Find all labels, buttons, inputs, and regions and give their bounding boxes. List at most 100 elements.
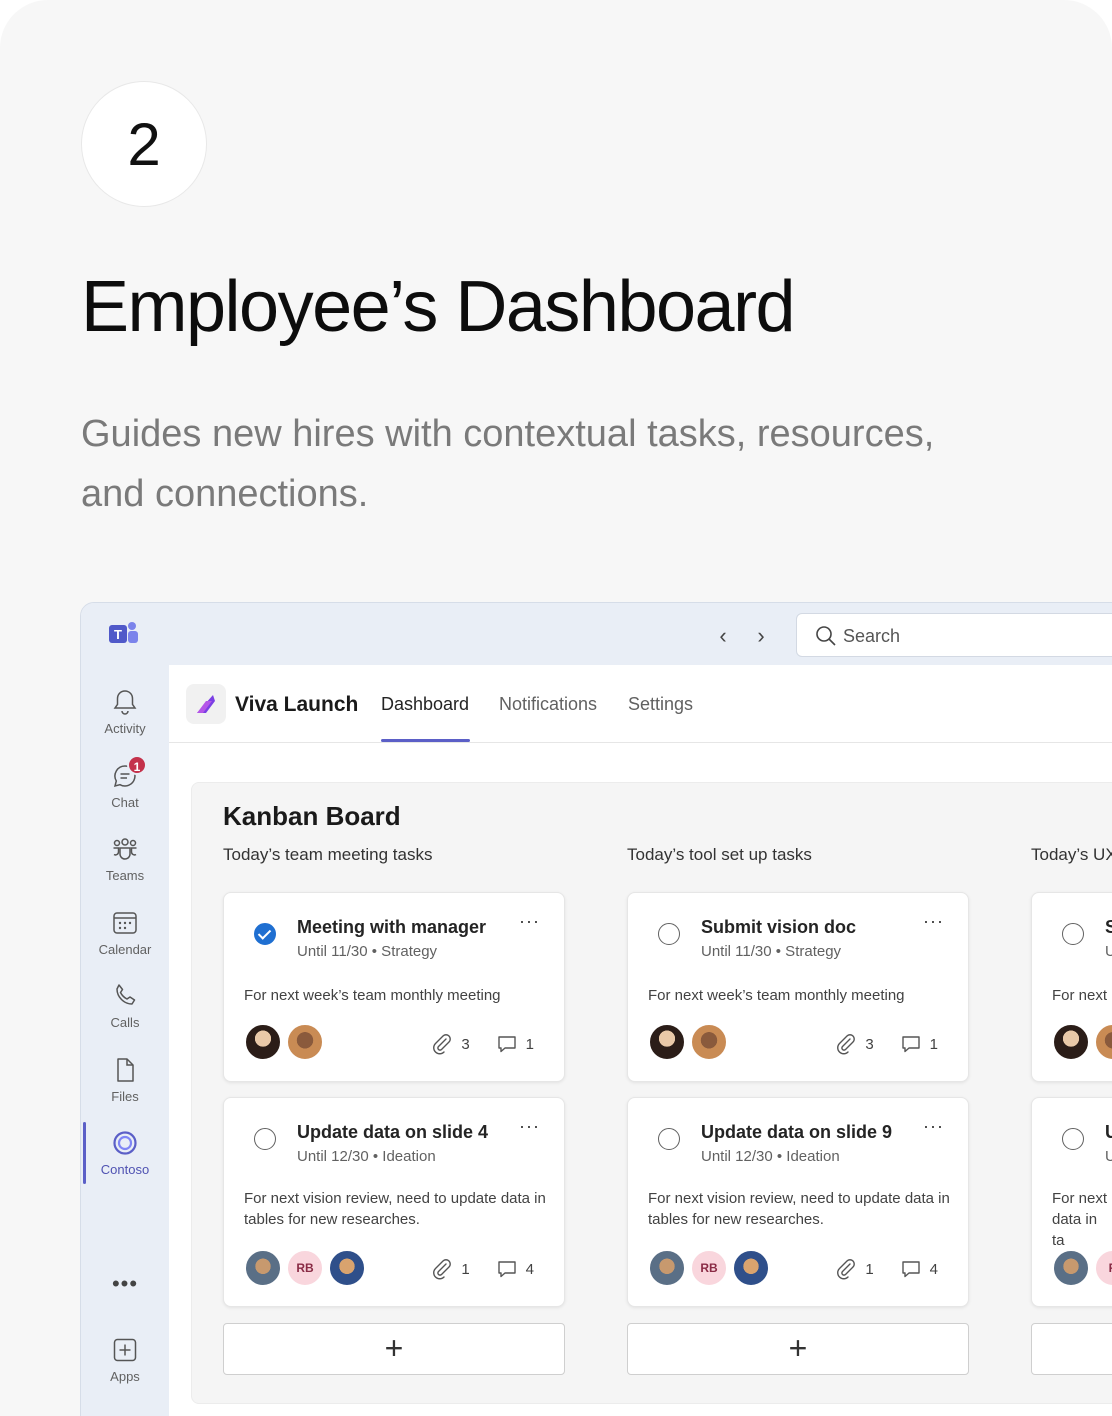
teams-icon: [113, 838, 137, 860]
avatar: [732, 1249, 770, 1287]
avatar: [1052, 1023, 1090, 1061]
app-name: Viva Launch: [235, 693, 359, 716]
more-options-icon[interactable]: ···: [519, 911, 540, 932]
task-card[interactable]: S U For next: [1031, 892, 1112, 1082]
task-card[interactable]: Submit vision doc Until 11/30 • Strategy…: [627, 892, 969, 1082]
rail-item-teams[interactable]: Teams: [81, 824, 169, 894]
task-description: For next vision review, need to update d…: [648, 1190, 950, 1228]
page-title: Employee’s Dashboard: [81, 267, 796, 347]
title-bar: T ‹ ›: [81, 603, 1112, 665]
more-options-icon[interactable]: ···: [519, 1116, 540, 1137]
rail-label: Calendar: [98, 942, 152, 957]
main-content: Viva Launch Dashboard Notifications Sett…: [169, 665, 1112, 1416]
more-options-icon[interactable]: ···: [923, 911, 944, 932]
task-stats: 3 1: [431, 1033, 534, 1055]
task-stats: 3 1: [835, 1033, 938, 1055]
column-title: Today’s UX: [1031, 845, 1112, 864]
task-card[interactable]: Meeting with manager Until 11/30 • Strat…: [223, 892, 565, 1082]
rail-item-files[interactable]: Files: [81, 1045, 169, 1115]
task-title: Update data on slide 4: [297, 1122, 489, 1142]
task-meta: U: [1105, 1148, 1112, 1165]
rail-item-contoso[interactable]: Contoso: [81, 1118, 169, 1188]
avatar: [648, 1023, 686, 1061]
task-meta: Until 12/30 • Ideation: [701, 1148, 840, 1165]
teams-app-window: T ‹ › Activity 1 Chat: [80, 602, 1112, 1416]
task-complete-checkbox[interactable]: [1062, 1128, 1084, 1150]
back-arrow-icon[interactable]: ‹: [713, 623, 733, 649]
comment-count: 4: [525, 1260, 534, 1278]
comment-icon: [901, 1036, 920, 1053]
comment-count: 4: [929, 1260, 938, 1278]
board-title: Kanban Board: [223, 801, 401, 831]
viva-launch-icon: [197, 695, 215, 713]
rail-item-calls[interactable]: Calls: [81, 971, 169, 1041]
svg-text:T: T: [114, 627, 122, 642]
task-title: U: [1105, 1122, 1112, 1143]
avatar: [244, 1023, 282, 1061]
comment-icon: [497, 1261, 516, 1278]
task-description: For next week’s team monthly meeting: [244, 987, 501, 1004]
rail-item-activity[interactable]: Activity: [81, 677, 169, 747]
avatar: [328, 1249, 366, 1287]
search-box[interactable]: [796, 613, 1112, 657]
teams-logo-icon: T: [109, 622, 138, 643]
more-options-icon[interactable]: ···: [923, 1116, 944, 1137]
rail-item-apps[interactable]: Apps: [81, 1325, 169, 1395]
task-card[interactable]: Update data on slide 4 Until 12/30 • Ide…: [223, 1097, 565, 1307]
rail-label: Contoso: [100, 1162, 150, 1177]
feature-card: 2 Employee’s Dashboard Guides new hires …: [0, 0, 1112, 1416]
comment-count: 1: [525, 1035, 534, 1053]
attachment-icon: [837, 1034, 856, 1055]
step-number-badge: 2: [81, 81, 207, 207]
attachment-count: 1: [461, 1260, 470, 1278]
task-description: For next week’s team monthly meeting: [648, 987, 905, 1004]
attachment-count: 3: [461, 1035, 470, 1053]
attachment-count: 1: [865, 1260, 874, 1278]
avatar-initials: R: [1094, 1249, 1112, 1287]
tab-dashboard[interactable]: Dashboard: [381, 694, 469, 715]
comment-icon: [901, 1261, 920, 1278]
task-description: For next vision review, need to update d…: [244, 1190, 546, 1228]
kanban-board: Kanban Board Today’s team meeting tasks …: [191, 782, 1112, 1404]
tab-notifications[interactable]: Notifications: [499, 694, 597, 715]
viva-launch-logo: [186, 684, 226, 724]
rail-item-calendar[interactable]: Calendar: [81, 898, 169, 968]
search-input[interactable]: [843, 624, 1112, 648]
add-task-button[interactable]: +: [223, 1323, 565, 1375]
add-task-button[interactable]: [1031, 1323, 1112, 1375]
task-complete-checkbox[interactable]: [658, 923, 680, 945]
task-complete-checkbox[interactable]: [658, 1128, 680, 1150]
task-meta: Until 12/30 • Ideation: [297, 1148, 436, 1165]
attachment-count: 3: [865, 1035, 874, 1053]
avatar: [648, 1249, 686, 1287]
task-title: Meeting with manager: [297, 917, 487, 937]
task-complete-checkbox[interactable]: [1062, 923, 1084, 945]
task-complete-checkbox[interactable]: [254, 923, 276, 945]
app-rail: Activity 1 Chat Teams Calendar Calls Fil…: [81, 665, 169, 1416]
add-task-button[interactable]: +: [627, 1323, 969, 1375]
rail-label: Files: [111, 1089, 139, 1104]
comment-icon: [497, 1036, 516, 1053]
task-card[interactable]: Update data on slide 9 Until 12/30 • Ide…: [627, 1097, 969, 1307]
rail-label: Calls: [110, 1015, 140, 1030]
avatar: [1094, 1023, 1112, 1061]
task-description: For next: [1052, 987, 1108, 1004]
task-card[interactable]: U U For next data in ta R: [1031, 1097, 1112, 1307]
page-subtitle: Guides new hires with contextual tasks, …: [81, 413, 935, 515]
column-title: Today’s tool set up tasks: [627, 845, 812, 864]
task-complete-checkbox[interactable]: [254, 1128, 276, 1150]
task-meta: Until 11/30 • Strategy: [297, 943, 438, 960]
tab-settings[interactable]: Settings: [628, 694, 693, 715]
app-header: Viva Launch Dashboard Notifications Sett…: [169, 665, 1112, 743]
avatar: [690, 1023, 728, 1061]
task-title: S: [1105, 917, 1112, 938]
more-apps-icon[interactable]: •••: [81, 1271, 169, 1297]
forward-arrow-icon[interactable]: ›: [751, 623, 771, 649]
avatar-initials: RB: [690, 1249, 728, 1287]
task-stats: 1 4: [431, 1258, 534, 1280]
bell-icon: [113, 690, 137, 715]
rail-item-chat[interactable]: 1 Chat: [81, 751, 169, 821]
avatar-initials: RB: [286, 1249, 324, 1287]
search-icon: [816, 626, 836, 646]
avatar: [244, 1249, 282, 1287]
